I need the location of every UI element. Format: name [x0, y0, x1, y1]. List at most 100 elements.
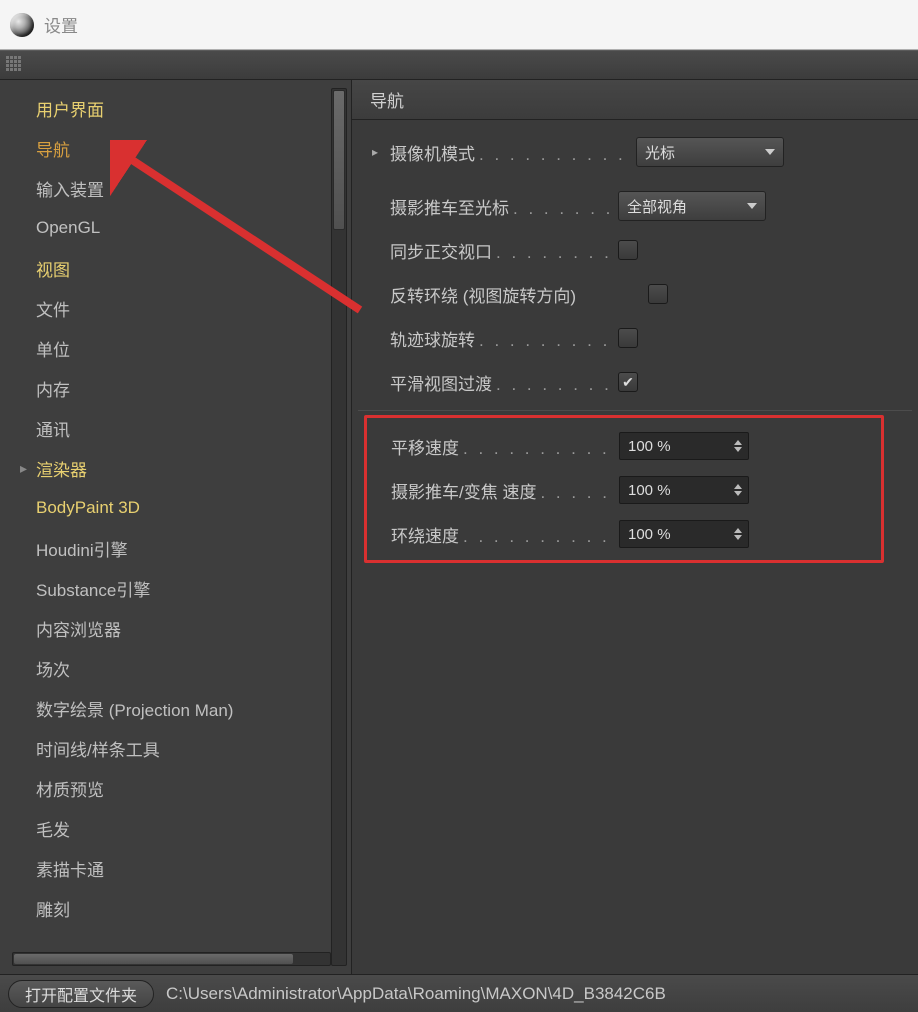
- field-label: 轨迹球旋转: [390, 326, 475, 351]
- sidebar-item-renderer[interactable]: ▸渲染器: [6, 448, 331, 488]
- app-icon: [10, 13, 34, 37]
- sync-ortho-checkbox[interactable]: [618, 240, 638, 260]
- row-reverse-orbit: 反转环绕 (视图旋转方向): [358, 272, 912, 316]
- stepper-icon[interactable]: [734, 440, 742, 452]
- field-label: 平移速度: [391, 434, 459, 459]
- window-titlebar: 设置: [0, 0, 918, 50]
- dots: [479, 145, 630, 165]
- settings-panel: 导航 ▸ 摄像机模式 光标 摄影推车至光标 全部视角 同步正交视口: [352, 80, 918, 974]
- sidebar-item-timeline[interactable]: 时间线/样条工具: [6, 728, 331, 768]
- row-dolly-to-cursor: 摄影推车至光标 全部视角: [358, 184, 912, 228]
- divider: [358, 410, 912, 411]
- sidebar-item-label: 视图: [36, 256, 70, 281]
- sidebar-item-hair[interactable]: 毛发: [6, 808, 331, 848]
- sidebar-item-label: 毛发: [36, 816, 70, 841]
- spinner-value: 100 %: [628, 482, 671, 499]
- sidebar-item-houdini[interactable]: Houdini引擎: [6, 528, 331, 568]
- sidebar-item-label: 数字绘景 (Projection Man): [36, 696, 233, 721]
- sidebar-scrollbar-thumb[interactable]: [333, 90, 345, 230]
- sidebar-item-label: 用户界面: [36, 96, 104, 121]
- dots: [463, 527, 613, 547]
- row-trackball: 轨迹球旋转: [358, 316, 912, 360]
- sidebar-item-viewport[interactable]: 视图: [6, 248, 331, 288]
- sidebar-item-label: 输入装置: [36, 176, 104, 201]
- button-label: 打开配置文件夹: [25, 982, 137, 1006]
- chevron-right-icon[interactable]: ▸: [372, 145, 390, 159]
- sidebar-item-memory[interactable]: 内存: [6, 368, 331, 408]
- field-label: 平滑视图过渡: [390, 370, 492, 395]
- footer: 打开配置文件夹 C:\Users\Administrator\AppData\R…: [0, 974, 918, 1012]
- dots: [479, 331, 612, 351]
- sidebar-item-input[interactable]: 输入装置: [6, 168, 331, 208]
- dots: [496, 375, 612, 395]
- sidebar-item-sketch[interactable]: 素描卡通: [6, 848, 331, 888]
- pan-speed-spinner[interactable]: 100 %: [619, 432, 749, 460]
- sidebar-item-label: 内存: [36, 376, 70, 401]
- spinner-value: 100 %: [628, 438, 671, 455]
- field-label: 反转环绕 (视图旋转方向): [390, 282, 576, 307]
- chevron-down-icon: [747, 203, 757, 209]
- sidebar-item-sculpt[interactable]: 雕刻: [6, 888, 331, 928]
- sidebar-hscrollbar[interactable]: [12, 952, 331, 966]
- sidebar-item-takes[interactable]: 场次: [6, 648, 331, 688]
- dots: [513, 199, 612, 219]
- sidebar-item-label: 内容浏览器: [36, 616, 121, 641]
- sidebar-item-label: 文件: [36, 296, 70, 321]
- annotation-highlight-box: 平移速度 100 % 摄影推车/变焦 速度 100 % 环绕速度: [364, 415, 884, 563]
- field-label: 同步正交视口: [390, 238, 492, 263]
- sidebar-item-content-browser[interactable]: 内容浏览器: [6, 608, 331, 648]
- row-dolly-zoom-speed: 摄影推车/变焦 速度 100 %: [367, 468, 881, 512]
- config-path: C:\Users\Administrator\AppData\Roaming\M…: [166, 984, 666, 1004]
- sidebar-item-units[interactable]: 单位: [6, 328, 331, 368]
- sidebar-item-label: Substance引擎: [36, 576, 150, 601]
- row-orbit-speed: 环绕速度 100 %: [367, 512, 881, 556]
- sidebar-item-label: BodyPaint 3D: [36, 498, 140, 518]
- sidebar-item-substance[interactable]: Substance引擎: [6, 568, 331, 608]
- chevron-down-icon: [765, 149, 775, 155]
- sidebar-item-label: 雕刻: [36, 896, 70, 921]
- panel-body: ▸ 摄像机模式 光标 摄影推车至光标 全部视角 同步正交视口: [352, 120, 918, 573]
- sidebar-item-opengl[interactable]: OpenGL: [6, 208, 331, 248]
- trackball-checkbox[interactable]: [618, 328, 638, 348]
- dots: [540, 483, 613, 503]
- camera-mode-dropdown[interactable]: 光标: [636, 137, 784, 167]
- sidebar-item-projection-man[interactable]: 数字绘景 (Projection Man): [6, 688, 331, 728]
- toolbar: [0, 50, 918, 80]
- dots: [496, 243, 612, 263]
- panel-title: 导航: [352, 80, 918, 120]
- stepper-icon[interactable]: [734, 484, 742, 496]
- sidebar-item-label: 场次: [36, 656, 70, 681]
- sidebar-item-communication[interactable]: 通讯: [6, 408, 331, 448]
- window-title: 设置: [44, 12, 78, 37]
- row-sync-ortho: 同步正交视口: [358, 228, 912, 272]
- row-camera-mode: ▸ 摄像机模式 光标: [358, 130, 912, 174]
- reverse-orbit-checkbox[interactable]: [648, 284, 668, 304]
- spinner-value: 100 %: [628, 526, 671, 543]
- sidebar-item-files[interactable]: 文件: [6, 288, 331, 328]
- stepper-icon[interactable]: [734, 528, 742, 540]
- field-label: 摄影推车至光标: [390, 194, 509, 219]
- open-config-folder-button[interactable]: 打开配置文件夹: [8, 980, 154, 1008]
- sidebar-item-ui[interactable]: 用户界面: [6, 88, 331, 128]
- dolly-to-cursor-dropdown[interactable]: 全部视角: [618, 191, 766, 221]
- sidebar-item-label: 通讯: [36, 416, 70, 441]
- sidebar-item-label: 时间线/样条工具: [36, 736, 160, 761]
- dropdown-value: 全部视角: [627, 196, 687, 217]
- sidebar-hscrollbar-thumb[interactable]: [14, 954, 293, 964]
- smooth-transition-checkbox[interactable]: ✔: [618, 372, 638, 392]
- row-smooth-transition: 平滑视图过渡 ✔: [358, 360, 912, 404]
- orbit-speed-spinner[interactable]: 100 %: [619, 520, 749, 548]
- dolly-zoom-speed-spinner[interactable]: 100 %: [619, 476, 749, 504]
- sidebar-item-label: 导航: [36, 136, 70, 161]
- sidebar-item-label: 渲染器: [36, 456, 87, 481]
- sidebar-item-label: OpenGL: [36, 218, 100, 238]
- row-pan-speed: 平移速度 100 %: [367, 424, 881, 468]
- sidebar-item-label: 材质预览: [36, 776, 104, 801]
- sidebar-item-label: 素描卡通: [36, 856, 104, 881]
- grip-icon[interactable]: [6, 56, 24, 74]
- sidebar-item-navigation[interactable]: 导航: [6, 128, 331, 168]
- field-label: 摄像机模式: [390, 140, 475, 165]
- sidebar-item-material-preview[interactable]: 材质预览: [6, 768, 331, 808]
- sidebar-scrollbar[interactable]: [331, 88, 347, 966]
- sidebar-item-bodypaint[interactable]: BodyPaint 3D: [6, 488, 331, 528]
